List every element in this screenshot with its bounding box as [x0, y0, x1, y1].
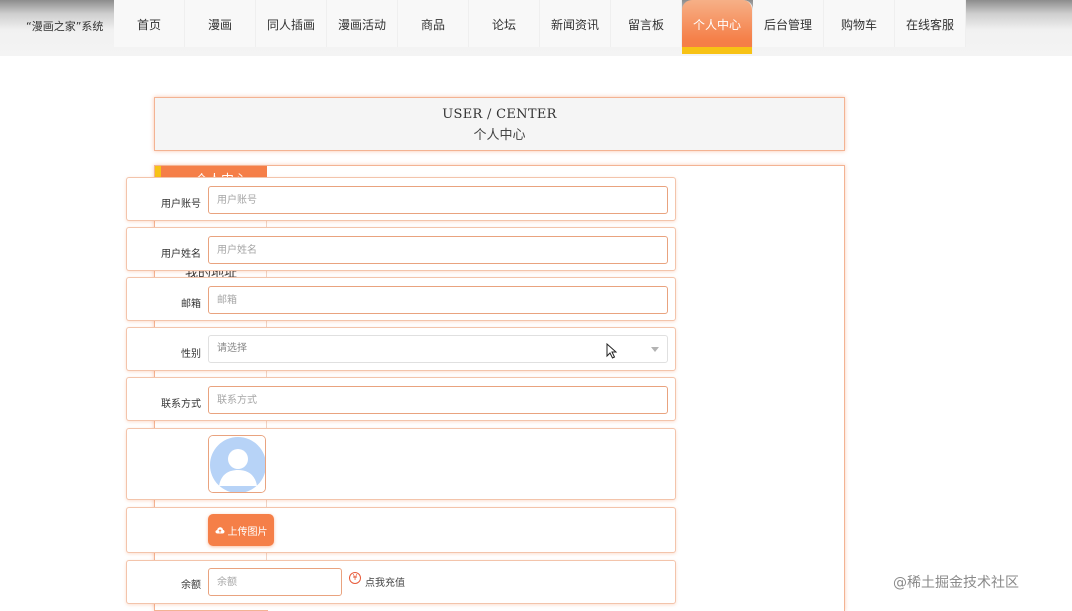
nav-item-support[interactable]: 在线客服	[895, 0, 966, 47]
upload-button-label: 上传图片	[227, 526, 268, 538]
name-label: 用户姓名	[161, 249, 201, 260]
form-row-account: 用户账号	[126, 177, 676, 221]
avatar[interactable]	[208, 435, 266, 493]
nav-item-home[interactable]: 首页	[114, 0, 185, 47]
page-title-en: USER / CENTER	[442, 107, 557, 122]
default-avatar-icon	[209, 436, 265, 492]
nav-item-cart[interactable]: 购物车	[824, 0, 895, 47]
account-label: 用户账号	[161, 199, 201, 210]
page-title-cn: 个人中心	[473, 128, 526, 143]
upload-image-button[interactable]: 上传图片	[208, 514, 274, 546]
watermark: @稀土掘金技术社区	[893, 575, 1019, 591]
form-row-name: 用户姓名	[126, 227, 676, 271]
nav-item-products[interactable]: 商品	[398, 0, 469, 47]
page-header: USER / CENTER 个人中心	[154, 97, 845, 151]
form-row-phone: 联系方式	[126, 377, 676, 421]
form-row-email: 邮箱	[126, 277, 676, 321]
account-input[interactable]	[208, 186, 668, 214]
balance-label: 余额	[181, 580, 201, 591]
gender-label: 性别	[181, 349, 201, 360]
cloud-upload-icon	[214, 527, 225, 534]
yen-icon: ¥	[349, 572, 361, 584]
nav-item-forum[interactable]: 论坛	[469, 0, 540, 47]
nav-item-news[interactable]: 新闻资讯	[540, 0, 611, 47]
gender-selected-value: 请选择	[217, 343, 247, 354]
form-row-upload: 上传图片	[126, 507, 676, 553]
email-input[interactable]	[208, 286, 668, 314]
nav-item-fan-illustration[interactable]: 同人插画	[256, 0, 327, 47]
nav-item-comic-events[interactable]: 漫画活动	[327, 0, 398, 47]
nav-item-comics[interactable]: 漫画	[185, 0, 256, 47]
nav-item-user-center[interactable]: 个人中心	[682, 0, 753, 54]
phone-input[interactable]	[208, 386, 668, 414]
chevron-down-icon	[651, 347, 659, 352]
form-row-gender: 性别 请选择	[126, 327, 676, 371]
recharge-link[interactable]: 点我充值	[365, 574, 405, 589]
gender-select[interactable]: 请选择	[208, 335, 668, 363]
form-row-balance: 余额 ¥ 点我充值	[126, 560, 676, 604]
nav-item-admin[interactable]: 后台管理	[753, 0, 824, 47]
balance-input[interactable]	[208, 568, 342, 596]
nav-item-message-board[interactable]: 留言板	[611, 0, 682, 47]
phone-label: 联系方式	[161, 399, 201, 410]
top-nav-bar: “漫画之家”系统 首页 漫画 同人插画 漫画活动 商品 论坛 新闻资讯 留言板 个人中心 后台管理…	[0, 0, 1072, 56]
mouse-cursor-icon	[606, 343, 617, 359]
site-brand[interactable]: “漫画之家”系统	[26, 18, 103, 34]
email-label: 邮箱	[181, 299, 201, 310]
name-input[interactable]	[208, 236, 668, 264]
form-row-avatar	[126, 428, 676, 500]
main-nav: 首页 漫画 同人插画 漫画活动 商品 论坛 新闻资讯 留言板 个人中心 后台管理 购物车 在线客服	[114, 0, 966, 54]
